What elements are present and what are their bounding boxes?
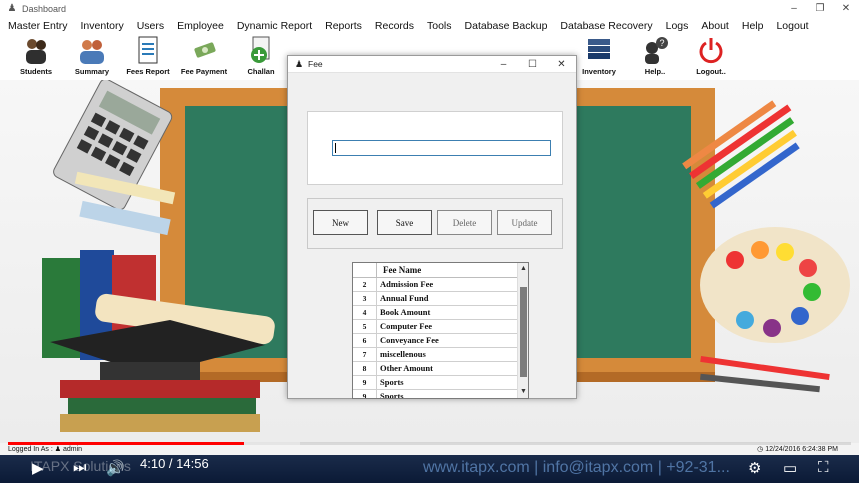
menu-help[interactable]: Help bbox=[742, 20, 764, 32]
dialog-close-button[interactable]: ✕ bbox=[547, 59, 576, 70]
volume-icon[interactable]: 🔊 bbox=[106, 459, 125, 477]
menu-logout[interactable]: Logout bbox=[776, 20, 808, 32]
theater-mode-icon[interactable]: ▭ bbox=[783, 459, 797, 477]
dialog-minimize-button[interactable]: – bbox=[489, 59, 518, 70]
save-button[interactable]: Save bbox=[377, 210, 432, 235]
text-caret bbox=[335, 143, 336, 153]
screen: ♟ Dashboard – ❐ ✕ Master Entry Inventory… bbox=[0, 0, 859, 483]
logged-in-user: admin bbox=[62, 446, 83, 453]
user-icon: ♟ bbox=[294, 58, 304, 69]
clock-icon: ◷ bbox=[757, 446, 764, 453]
inventory-books-icon bbox=[588, 39, 610, 59]
svg-text:?: ? bbox=[659, 38, 664, 48]
menu-users[interactable]: Users bbox=[137, 20, 164, 32]
menu-dynamic-report[interactable]: Dynamic Report bbox=[237, 20, 312, 32]
menu-employee[interactable]: Employee bbox=[177, 20, 224, 32]
power-icon bbox=[699, 38, 723, 64]
menu-inventory[interactable]: Inventory bbox=[81, 20, 124, 32]
summary-icon bbox=[80, 40, 104, 64]
table-row[interactable]: 4 Book Amount bbox=[353, 306, 517, 320]
fees-report-icon bbox=[138, 36, 158, 64]
menu-about[interactable]: About bbox=[701, 20, 728, 32]
table-row[interactable]: 2 Admission Fee bbox=[353, 278, 517, 292]
menu-database-recovery[interactable]: Database Recovery bbox=[560, 20, 652, 32]
toolbar-summary-button[interactable]: Summary bbox=[60, 34, 124, 80]
dialog-maximize-button[interactable]: ☐ bbox=[518, 59, 547, 70]
fee-payment-icon bbox=[194, 42, 216, 58]
play-icon[interactable]: ▶ bbox=[32, 459, 44, 477]
menu-reports[interactable]: Reports bbox=[325, 20, 362, 32]
toolbar-logout-button[interactable]: Logout.. bbox=[679, 34, 743, 80]
menu-logs[interactable]: Logs bbox=[666, 20, 689, 32]
table-row[interactable]: 9 Sports bbox=[353, 390, 517, 398]
toolbar-students-button[interactable]: Students bbox=[4, 34, 68, 80]
restore-button[interactable]: ❐ bbox=[807, 3, 833, 14]
window-titlebar: ♟ Dashboard – ❐ ✕ bbox=[0, 0, 859, 17]
minimize-button[interactable]: – bbox=[781, 3, 807, 14]
close-button[interactable]: ✕ bbox=[833, 3, 859, 14]
datetime-status: ◷ 12/24/2016 6:24:38 PM bbox=[757, 446, 838, 453]
scroll-up-icon[interactable]: ▲ bbox=[518, 263, 528, 275]
challan-icon bbox=[251, 36, 270, 63]
toolbar-fee-payment-button[interactable]: Fee Payment bbox=[172, 34, 236, 80]
table-row[interactable]: 7 miscellenous bbox=[353, 348, 517, 362]
fee-dialog: ♟ Fee – ☐ ✕ New Save Delete Update Fee N… bbox=[287, 55, 577, 399]
user-icon: ♟ bbox=[54, 446, 61, 453]
progress-played bbox=[8, 442, 245, 445]
contact-watermark: www.itapx.com | info@itapx.com | +92-31.… bbox=[423, 459, 730, 476]
new-button[interactable]: New bbox=[313, 210, 368, 235]
toolbar-fees-report-button[interactable]: Fees Report bbox=[116, 34, 180, 80]
grid-header: Fee Name bbox=[353, 263, 517, 278]
fullscreen-icon[interactable]: ⛶ bbox=[818, 459, 829, 476]
next-icon[interactable]: ⏭ bbox=[73, 459, 87, 476]
video-controls: ITAPX Solutions www.itapx.com | info@ita… bbox=[0, 455, 859, 483]
fee-dialog-titlebar: ♟ Fee – ☐ ✕ bbox=[288, 56, 576, 73]
delete-button[interactable]: Delete bbox=[437, 210, 492, 235]
scroll-thumb[interactable] bbox=[520, 287, 527, 377]
table-row[interactable]: 6 Conveyance Fee bbox=[353, 334, 517, 348]
fee-grid[interactable]: Fee Name 2 Admission Fee 3 Annual Fund 4 Bo… bbox=[352, 262, 529, 399]
video-time: 4:10 / 14:56 bbox=[140, 456, 209, 471]
fee-name-input[interactable] bbox=[332, 140, 551, 156]
action-buttons-group: New Save Delete Update bbox=[307, 198, 563, 249]
table-row[interactable]: 3 Annual Fund bbox=[353, 292, 517, 306]
table-row[interactable]: 5 Computer Fee bbox=[353, 320, 517, 334]
update-button[interactable]: Update bbox=[497, 210, 552, 235]
window-title: Dashboard bbox=[22, 3, 67, 14]
grid-scrollbar[interactable]: ▲ ▼ bbox=[517, 263, 528, 398]
menu-bar: Master Entry Inventory Users Employee Dy… bbox=[0, 17, 859, 34]
fee-dialog-title: Fee bbox=[308, 59, 323, 69]
column-header-fee-name[interactable]: Fee Name bbox=[383, 265, 421, 275]
menu-database-backup[interactable]: Database Backup bbox=[465, 20, 548, 32]
row-header-corner bbox=[353, 263, 377, 278]
menu-records[interactable]: Records bbox=[375, 20, 414, 32]
menu-master-entry[interactable]: Master Entry bbox=[8, 20, 68, 32]
user-icon: ♟ bbox=[7, 2, 17, 14]
video-progress-bar[interactable] bbox=[8, 442, 851, 445]
settings-icon[interactable]: ⚙ bbox=[748, 459, 761, 477]
table-row[interactable]: 8 Other Amount bbox=[353, 362, 517, 376]
help-icon: ? bbox=[645, 37, 668, 64]
students-icon bbox=[26, 39, 46, 64]
logged-in-status: Logged In As : ♟ admin bbox=[8, 446, 83, 453]
toolbar-challan-button[interactable]: Challan bbox=[229, 34, 293, 80]
menu-tools[interactable]: Tools bbox=[427, 20, 452, 32]
scroll-down-icon[interactable]: ▼ bbox=[518, 386, 528, 398]
toolbar-help-button[interactable]: ? Help.. bbox=[623, 34, 687, 80]
fee-input-group bbox=[307, 111, 563, 185]
table-row[interactable]: 9 Sports bbox=[353, 376, 517, 390]
